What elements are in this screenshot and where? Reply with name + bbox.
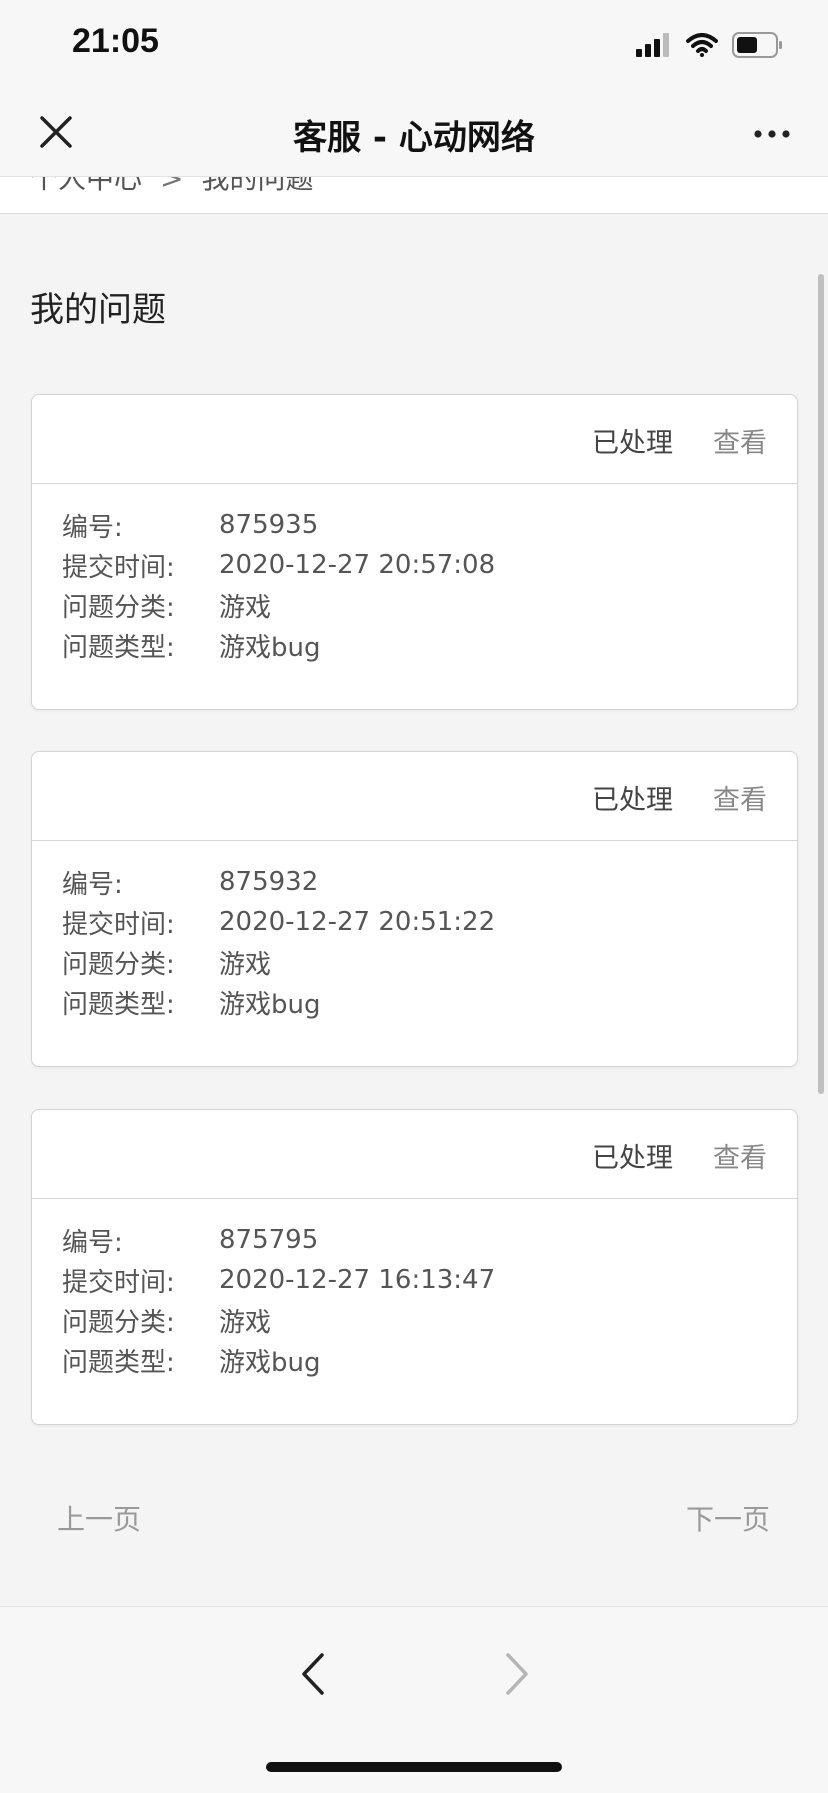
ticket-card-header: 已处理 查看 xyxy=(32,752,797,841)
ticket-card-header: 已处理 查看 xyxy=(32,395,797,484)
ticket-card-header: 已处理 查看 xyxy=(32,1110,797,1199)
signal-icon xyxy=(636,33,669,57)
nav-title: 客服 - 心动网络 xyxy=(293,118,535,158)
id-label: 编号: xyxy=(62,512,123,543)
main-content: 我的问题 已处理 查看 编号: 875935 提交时间: 2020-12-27 … xyxy=(0,214,828,1606)
submit-time-row: 提交时间: 2020-12-27 16:13:47 xyxy=(62,1260,495,1300)
breadcrumb-item-personal-center[interactable]: 个人中心 xyxy=(30,177,142,195)
ticket-card: 已处理 查看 编号: 875932 提交时间: 2020-12-27 20:51… xyxy=(31,751,798,1067)
category-label: 问题分类: xyxy=(62,949,175,980)
ticket-card: 已处理 查看 编号: 875935 提交时间: 2020-12-27 20:57… xyxy=(31,394,798,710)
status-time: 21:05 xyxy=(72,22,159,60)
breadcrumb-strip: 个人中心 > 我的问题 xyxy=(0,177,828,214)
category-row: 问题分类: 游戏 xyxy=(62,1300,495,1340)
submit-time-value: 2020-12-27 16:13:47 xyxy=(219,1265,496,1295)
type-row: 问题类型: 游戏bug xyxy=(62,625,495,665)
home-indicator xyxy=(266,1762,562,1772)
submit-time-row: 提交时间: 2020-12-27 20:51:22 xyxy=(62,902,495,942)
page-title: 我的问题 xyxy=(30,290,166,330)
status-label: 已处理 xyxy=(592,428,673,459)
type-row: 问题类型: 游戏bug xyxy=(62,1340,495,1380)
category-label: 问题分类: xyxy=(62,1307,175,1338)
ticket-card-body: 编号: 875935 提交时间: 2020-12-27 20:57:08 问题分… xyxy=(62,505,495,665)
category-row: 问题分类: 游戏 xyxy=(62,942,495,982)
submit-time-label: 提交时间: xyxy=(62,909,175,940)
battery-icon xyxy=(732,32,782,58)
type-label: 问题类型: xyxy=(62,632,175,663)
category-value: 游戏 xyxy=(219,949,272,980)
type-value: 游戏bug xyxy=(219,989,321,1020)
type-label: 问题类型: xyxy=(62,989,175,1020)
id-value: 875935 xyxy=(219,510,319,540)
submit-time-label: 提交时间: xyxy=(62,1267,175,1298)
id-value: 875932 xyxy=(219,867,319,897)
status-label: 已处理 xyxy=(592,1143,673,1174)
type-value: 游戏bug xyxy=(219,1347,321,1378)
ticket-id-row: 编号: 875935 xyxy=(62,505,495,545)
prev-page-button[interactable]: 上一页 xyxy=(57,1498,141,1538)
id-label: 编号: xyxy=(62,869,123,900)
ticket-card-body: 编号: 875795 提交时间: 2020-12-27 16:13:47 问题分… xyxy=(62,1220,495,1380)
breadcrumb-item-my-questions: 我的问题 xyxy=(201,177,314,195)
submit-time-value: 2020-12-27 20:57:08 xyxy=(219,550,496,580)
ticket-card: 已处理 查看 编号: 875795 提交时间: 2020-12-27 16:13… xyxy=(31,1109,798,1425)
view-link[interactable]: 查看 xyxy=(713,421,767,460)
view-link[interactable]: 查看 xyxy=(713,778,767,817)
id-value: 875795 xyxy=(219,1225,319,1255)
status-bar: 21:05 xyxy=(0,0,828,92)
submit-time-value: 2020-12-27 20:51:22 xyxy=(219,907,496,937)
type-value: 游戏bug xyxy=(219,632,321,663)
ticket-card-body: 编号: 875932 提交时间: 2020-12-27 20:51:22 问题分… xyxy=(62,862,495,1022)
submit-time-label: 提交时间: xyxy=(62,552,175,583)
category-value: 游戏 xyxy=(219,1307,272,1338)
category-label: 问题分类: xyxy=(62,592,175,623)
type-label: 问题类型: xyxy=(62,1347,175,1378)
scrollbar[interactable] xyxy=(818,274,824,1094)
status-icons xyxy=(636,30,784,60)
chevron-right-icon xyxy=(506,1653,528,1695)
nav-bar: 客服 - 心动网络 xyxy=(0,92,828,177)
category-row: 问题分类: 游戏 xyxy=(62,585,495,625)
ticket-id-row: 编号: 875795 xyxy=(62,1220,495,1260)
wifi-icon xyxy=(686,33,718,57)
chevron-left-icon[interactable] xyxy=(296,1649,332,1699)
id-label: 编号: xyxy=(62,1227,123,1258)
next-page-button[interactable]: 下一页 xyxy=(686,1498,770,1538)
more-icon[interactable] xyxy=(752,116,792,152)
submit-time-row: 提交时间: 2020-12-27 20:57:08 xyxy=(62,545,495,585)
breadcrumb: 个人中心 > 我的问题 xyxy=(30,177,314,197)
type-row: 问题类型: 游戏bug xyxy=(62,982,495,1022)
ticket-id-row: 编号: 875932 xyxy=(62,862,495,902)
view-link[interactable]: 查看 xyxy=(713,1136,767,1175)
category-value: 游戏 xyxy=(219,592,272,623)
breadcrumb-separator: > xyxy=(160,177,184,195)
status-label: 已处理 xyxy=(592,785,673,816)
